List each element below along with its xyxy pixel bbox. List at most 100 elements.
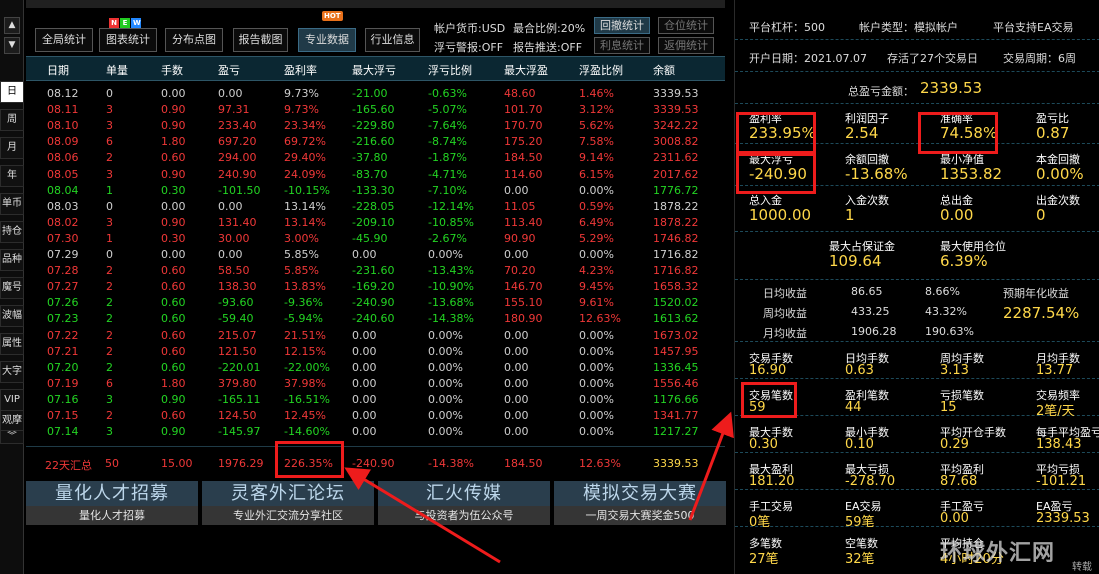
table-cell: 3339.53	[653, 87, 699, 100]
sidebar-tab-0[interactable]: 日	[0, 81, 24, 103]
table-cell: 08.11	[47, 103, 79, 117]
sidebar-tab-9[interactable]: 属性	[0, 333, 24, 355]
sidebar-tab-13[interactable]: ︾	[0, 430, 24, 444]
table-cell: 23.34%	[284, 119, 326, 133]
banner-1[interactable]: 灵客外汇论坛 专业外汇交流分享社区	[202, 481, 374, 525]
table-row[interactable]: 07.30 1 0.30 30.00 3.00% -45.90 -2.67% 90.90 5.2…	[26, 231, 725, 247]
banner-strip: 量化人才招募 量化人才招募 灵客外汇论坛 专业外汇交流分享社区 汇火传媒 与投资者为伍公众…	[26, 481, 726, 525]
table-row[interactable]: 07.14 3 0.90 -145.97 -14.60% 0.00 0.00% 0.00 0.0…	[26, 424, 725, 440]
ea-support-label: 平台支持EA交易	[993, 21, 1074, 34]
trade-value: 16.90	[749, 363, 787, 378]
scroll-down-button[interactable]: ▼	[4, 37, 20, 54]
total-pnl-value: 2339.53	[920, 79, 983, 97]
table-cell: 0.00	[504, 376, 529, 390]
sidebar-tab-10[interactable]: 大字	[0, 361, 24, 383]
table-row[interactable]: 07.27 2 0.60 138.30 13.83% -169.20 -10.90% 146.…	[26, 279, 725, 295]
table-row[interactable]: 07.15 2 0.60 124.50 12.45% 0.00 0.00% 0.00 0.00%…	[26, 408, 725, 424]
table-row[interactable]: 07.19 6 1.80 379.80 37.98% 0.00 0.00% 0.00 0.00%…	[26, 376, 725, 392]
metric-value: 0.00	[940, 206, 974, 224]
table-cell: -229.80	[352, 119, 395, 133]
toolbar-button-3[interactable]: 报告截图	[233, 28, 288, 52]
table-cell: 07.29	[47, 248, 79, 261]
interest-stats-button[interactable]: 利息统计	[594, 37, 650, 54]
table-cell: 3	[106, 215, 113, 229]
sidebar-tab-12[interactable]: 观摩	[0, 410, 24, 432]
sidebar-tab-5[interactable]: 持仓	[0, 221, 24, 243]
table-row[interactable]: 08.02 3 0.90 131.40 13.14% -209.10 -10.85% 113.…	[26, 215, 725, 231]
table-row[interactable]: 08.04 1 0.30 -101.50 -10.15% -133.30 -7.10% 0.0…	[26, 183, 725, 199]
table-row[interactable]: 07.20 2 0.60 -220.01 -22.00% 0.00 0.00% 0.00 0.0…	[26, 360, 725, 376]
table-cell: 379.80	[218, 376, 257, 390]
sidebar-tab-4[interactable]: 单币	[0, 193, 24, 215]
drawdown-stats-button[interactable]: 回撤统计	[594, 17, 650, 34]
table-row[interactable]: 07.26 2 0.60 -93.60 -9.36% -240.90 -13.68% 155.…	[26, 295, 725, 311]
table-row[interactable]: 08.12 0 0.00 0.00 9.73% -21.00 -0.63% 48.60 1.46…	[26, 86, 725, 102]
sidebar-tab-2[interactable]: 月	[0, 137, 24, 159]
table-cell: 0.00%	[428, 344, 463, 358]
column-header-3: 盈亏	[218, 64, 240, 77]
metric-group-m4: 最大占保证金 109.64 最大使用仓位 6.39%	[735, 232, 1099, 280]
position-stats-button[interactable]: 仓位统计	[658, 17, 714, 34]
table-row[interactable]: 08.09 6 1.80 697.20 69.72% -216.60 -8.74% 175.2…	[26, 134, 725, 150]
banner-0[interactable]: 量化人才招募 量化人才招募	[26, 481, 198, 525]
total-pnl-label: 总盈亏金额：	[848, 85, 914, 98]
summary-cell-2: 15.00	[161, 457, 193, 470]
leverage-label: 平台杠杆：500	[749, 21, 825, 34]
table-row[interactable]: 08.03 0 0.00 0.00 13.14% -228.05 -12.14% 11.05 0…	[26, 199, 725, 215]
toolbar-button-1[interactable]: 图表统计	[99, 28, 157, 52]
table-cell: 5.85%	[284, 264, 319, 278]
table-cell: 2	[106, 264, 113, 278]
table-cell: 0.00%	[428, 360, 463, 374]
table-cell: 1	[106, 183, 113, 197]
sidebar-tab-6[interactable]: 品种	[0, 249, 24, 271]
table-cell: 0.60	[161, 296, 186, 310]
rebate-stats-button[interactable]: 返佣统计	[658, 37, 714, 54]
table-row[interactable]: 07.28 2 0.60 58.50 5.85% -231.60 -13.43% 70.20 4…	[26, 263, 725, 279]
table-cell: 0.00%	[579, 392, 614, 406]
table-cell: 0.00%	[579, 409, 614, 422]
table-cell: 3	[106, 392, 113, 406]
table-cell: 9.73%	[284, 87, 319, 100]
table-cell: 0.00%	[579, 344, 614, 358]
table-row[interactable]: 07.16 3 0.90 -165.11 -16.51% 0.00 0.00% 0.00 0.0…	[26, 392, 725, 408]
table-cell: 9.73%	[284, 103, 319, 117]
table-row[interactable]: 08.05 3 0.90 240.90 24.09% -83.70 -4.71% 114.60…	[26, 167, 725, 183]
summary-cell-1: 50	[105, 457, 119, 470]
left-strip: ▲ ▼ 日周月年单币持仓品种魔号波幅属性大字VIP观摩︾ 〈	[0, 0, 35, 574]
sidebar-tab-7[interactable]: 魔号	[0, 277, 24, 299]
top-bar	[26, 0, 725, 8]
table-cell: 12.45%	[284, 409, 326, 422]
table-cell: 0.00	[352, 409, 377, 422]
table-cell: -220.01	[218, 360, 261, 374]
trade-value: 87.68	[940, 474, 978, 489]
table-row[interactable]: 07.21 2 0.60 121.50 12.15% 0.00 0.00% 0.00 0.00%…	[26, 344, 725, 360]
table-row[interactable]: 07.23 2 0.60 -59.40 -5.94% -240.60 -14.38% 180.…	[26, 311, 725, 327]
table-cell: 0.90	[161, 119, 186, 133]
table-row[interactable]: 07.29 0 0.00 0.00 5.85% 0.00 0.00% 0.00 0.00% 171…	[26, 247, 725, 263]
column-header-8: 浮盈比例	[579, 64, 623, 77]
toolbar-button-4[interactable]: 专业数据	[298, 28, 356, 52]
toolbar-button-5[interactable]: 行业信息	[365, 28, 420, 52]
table-row[interactable]: 08.06 2 0.60 294.00 29.40% -37.80 -1.87% 184.50…	[26, 150, 725, 166]
table-cell: 2	[106, 151, 113, 165]
banner-2[interactable]: 汇火传媒 与投资者为伍公众号	[378, 481, 550, 525]
table-cell: 2	[106, 360, 113, 374]
table-row[interactable]: 08.11 3 0.90 97.31 9.73% -165.60 -5.07% 101.70 3…	[26, 102, 725, 118]
sidebar-tab-11[interactable]: VIP	[0, 389, 24, 411]
sidebar-tab-8[interactable]: 波幅	[0, 305, 24, 327]
toolbar-button-2[interactable]: 分布点图	[165, 28, 223, 52]
table-row[interactable]: 08.10 3 0.90 233.40 23.34% -229.80 -7.64% 170.7…	[26, 118, 725, 134]
annual-return-label: 预期年化收益	[1003, 287, 1069, 300]
table-cell: 0.00	[161, 248, 186, 261]
sidebar-tab-3[interactable]: 年	[0, 165, 24, 187]
sidebar-tab-1[interactable]: 周	[0, 109, 24, 131]
table-cell: 07.30	[47, 231, 79, 245]
table-cell: 113.40	[504, 215, 543, 229]
table-cell: -13.68%	[428, 296, 474, 310]
toolbar-button-0[interactable]: 全局统计	[35, 28, 93, 52]
avg-percent: 43.32%	[925, 305, 967, 318]
avg-amount: 86.65	[851, 285, 883, 298]
scroll-up-button[interactable]: ▲	[4, 17, 20, 34]
banner-3[interactable]: 模拟交易大赛 一周交易大赛奖金500	[554, 481, 726, 525]
table-row[interactable]: 07.22 2 0.60 215.07 21.51% 0.00 0.00% 0.00 0.00%…	[26, 328, 725, 344]
